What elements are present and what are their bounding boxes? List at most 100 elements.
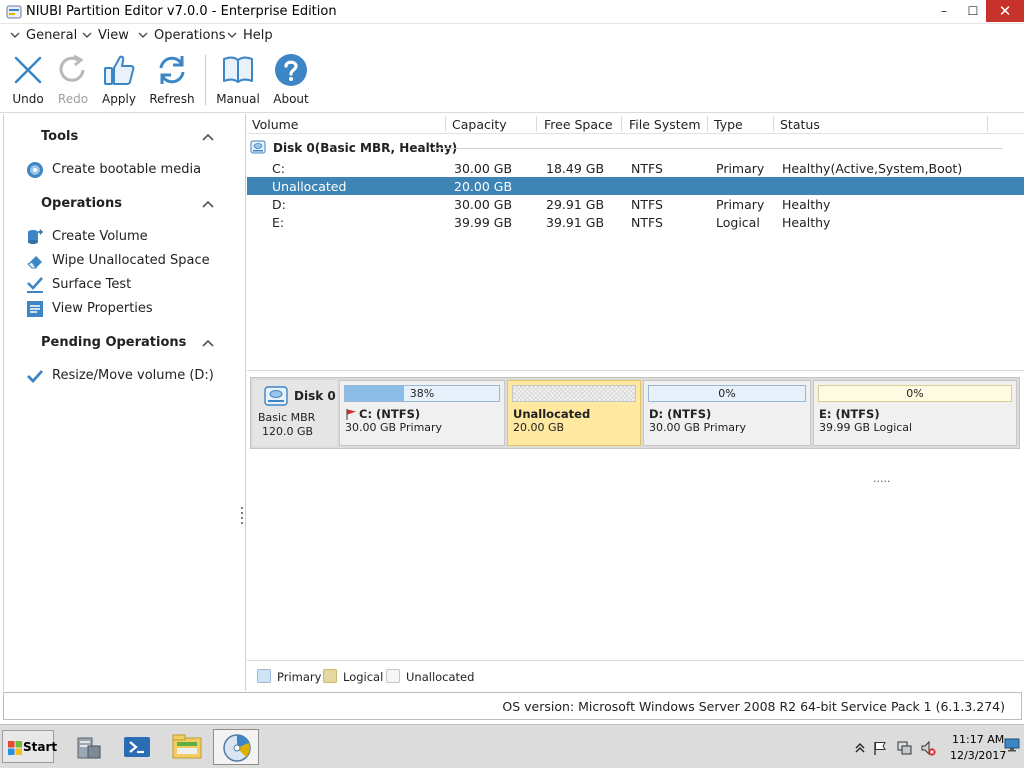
about-label: About bbox=[273, 92, 309, 106]
menu-operations[interactable]: Operations bbox=[138, 28, 225, 43]
wipe-unallocated-space-item[interactable]: Wipe Unallocated Space bbox=[26, 251, 216, 271]
menu-help-label: Help bbox=[243, 28, 273, 43]
create-bootable-media-item[interactable]: Create bootable media bbox=[26, 160, 216, 180]
about-button[interactable]: About bbox=[270, 53, 312, 109]
cell-type: Logical bbox=[716, 215, 760, 230]
disk-type: Basic MBR bbox=[258, 411, 316, 424]
partition-name: Unallocated bbox=[513, 407, 591, 421]
menu-view[interactable]: View bbox=[82, 28, 129, 43]
clock-date[interactable]: 12/3/2017 bbox=[950, 749, 1006, 762]
view-properties-item[interactable]: View Properties bbox=[26, 299, 216, 319]
redo-button[interactable]: Redo bbox=[53, 53, 93, 109]
cell-file-system: NTFS bbox=[631, 215, 663, 230]
menu-general[interactable]: General bbox=[10, 28, 77, 43]
database-plus-icon bbox=[28, 229, 43, 244]
undo-button[interactable]: Undo bbox=[8, 53, 48, 109]
cell-volume: D: bbox=[272, 197, 286, 212]
menu-bar: General View Operations Help bbox=[0, 25, 1024, 47]
legend-swatch bbox=[386, 669, 400, 683]
cell-status: Healthy bbox=[782, 197, 831, 212]
book-icon bbox=[223, 56, 253, 83]
disk-name: Disk 0 bbox=[294, 389, 336, 403]
system-tray: 11:17 AM 12/3/2017 bbox=[848, 730, 1024, 766]
legend-label: Logical bbox=[343, 670, 384, 684]
column-divider[interactable] bbox=[987, 116, 988, 132]
cell-volume: E: bbox=[272, 215, 285, 230]
table-row[interactable]: D: 30.00 GB 29.91 GB NTFS Primary Health… bbox=[247, 195, 1024, 213]
undo-icon bbox=[14, 56, 42, 84]
partition-block[interactable]: 0% E: (NTFS) 39.99 GB Logical bbox=[813, 380, 1017, 446]
partition-block[interactable]: 38% C: (NTFS) 30.00 GB Primary bbox=[339, 380, 505, 446]
column-divider[interactable] bbox=[707, 116, 708, 132]
table-row[interactable]: Unallocated 20.00 GB bbox=[247, 177, 1024, 195]
action-center-flag-icon[interactable] bbox=[872, 740, 888, 756]
usage-bar: 0% bbox=[648, 385, 806, 402]
menu-general-label: General bbox=[26, 28, 78, 43]
collapse-caret-icon[interactable] bbox=[202, 199, 214, 209]
apply-button[interactable]: Apply bbox=[98, 53, 140, 109]
cell-file-system: NTFS bbox=[631, 197, 663, 212]
table-row[interactable]: E: 39.99 GB 39.91 GB NTFS Logical Health… bbox=[247, 213, 1024, 231]
maximize-button[interactable]: ☐ bbox=[960, 0, 986, 22]
column-type[interactable]: Type bbox=[714, 117, 743, 132]
usage-percent: 0% bbox=[718, 387, 736, 400]
usage-percent: 38% bbox=[409, 387, 435, 400]
column-divider[interactable] bbox=[536, 116, 537, 132]
column-file-system[interactable]: File System bbox=[629, 117, 701, 132]
refresh-button[interactable]: Refresh bbox=[148, 53, 196, 109]
taskbar-powershell[interactable] bbox=[114, 729, 160, 765]
server-manager-icon bbox=[77, 737, 101, 759]
pending-operation-label: Resize/Move volume (D:) bbox=[52, 368, 214, 383]
show-hidden-icons-icon[interactable] bbox=[852, 740, 868, 756]
close-button[interactable]: ✕ bbox=[986, 0, 1024, 22]
minimize-button[interactable]: – bbox=[931, 0, 957, 22]
eraser-icon bbox=[27, 256, 42, 269]
partition-block[interactable]: 0% D: (NTFS) 30.00 GB Primary bbox=[643, 380, 811, 446]
disk-card[interactable]: Disk 0 Basic MBR 120.0 GB bbox=[253, 380, 337, 446]
partition-desc: 20.00 GB bbox=[513, 421, 565, 434]
tools-section-title: Tools bbox=[41, 129, 79, 144]
table-row[interactable]: C: 30.00 GB 18.49 GB NTFS Primary Health… bbox=[247, 159, 1024, 177]
create-volume-label: Create Volume bbox=[52, 229, 148, 244]
disk-group-row[interactable]: Disk 0(Basic MBR, Healthy) bbox=[247, 138, 1024, 158]
windows-logo-icon bbox=[8, 741, 22, 755]
column-capacity[interactable]: Capacity bbox=[452, 117, 507, 132]
disk-map: Disk 0 Basic MBR 120.0 GB 38% C: (NTFS) … bbox=[247, 370, 1024, 660]
left-panel: Tools Create bootable media Operations C… bbox=[3, 114, 246, 691]
column-status[interactable]: Status bbox=[780, 117, 820, 132]
cell-capacity: 30.00 GB bbox=[454, 197, 513, 212]
cell-volume: C: bbox=[272, 161, 285, 176]
collapse-caret-icon[interactable] bbox=[202, 132, 214, 142]
taskbar-niubi-partition-editor[interactable] bbox=[213, 729, 259, 765]
create-volume-item[interactable]: Create Volume bbox=[26, 227, 216, 247]
chevron-down-icon bbox=[82, 29, 92, 39]
show-desktop-icon[interactable] bbox=[1004, 738, 1020, 752]
disc-icon bbox=[27, 162, 43, 178]
menu-help[interactable]: Help bbox=[227, 28, 273, 43]
legend-label: Primary bbox=[277, 670, 322, 684]
clock-time[interactable]: 11:17 AM bbox=[952, 733, 1004, 746]
panel-splitter-handle[interactable] bbox=[240, 505, 244, 525]
disk-group-label: Disk 0(Basic MBR, Healthy) bbox=[273, 141, 458, 155]
column-free-space[interactable]: Free Space bbox=[544, 117, 613, 132]
column-volume[interactable]: Volume bbox=[252, 117, 299, 132]
disk-size: 120.0 GB bbox=[262, 425, 314, 438]
volume-muted-icon[interactable] bbox=[920, 740, 936, 756]
partition-name: E: (NTFS) bbox=[819, 407, 880, 421]
start-button[interactable]: Start bbox=[2, 730, 57, 763]
os-version-text: OS version: Microsoft Windows Server 200… bbox=[502, 699, 1005, 714]
legend-swatch bbox=[323, 669, 337, 683]
network-icon[interactable] bbox=[896, 740, 912, 756]
column-divider[interactable] bbox=[621, 116, 622, 132]
cell-capacity: 39.99 GB bbox=[454, 215, 513, 230]
partition-block[interactable]: Unallocated 20.00 GB bbox=[507, 380, 641, 446]
column-divider[interactable] bbox=[445, 116, 446, 132]
manual-button[interactable]: Manual bbox=[214, 53, 262, 109]
collapse-caret-icon[interactable] bbox=[202, 338, 214, 348]
column-divider[interactable] bbox=[773, 116, 774, 132]
pending-operation-item[interactable]: Resize/Move volume (D:) bbox=[26, 366, 216, 386]
taskbar-server-manager[interactable] bbox=[66, 729, 112, 765]
partition-desc: 30.00 GB Primary bbox=[649, 421, 747, 434]
surface-test-item[interactable]: Surface Test bbox=[26, 275, 216, 295]
taskbar-explorer[interactable] bbox=[163, 729, 209, 765]
